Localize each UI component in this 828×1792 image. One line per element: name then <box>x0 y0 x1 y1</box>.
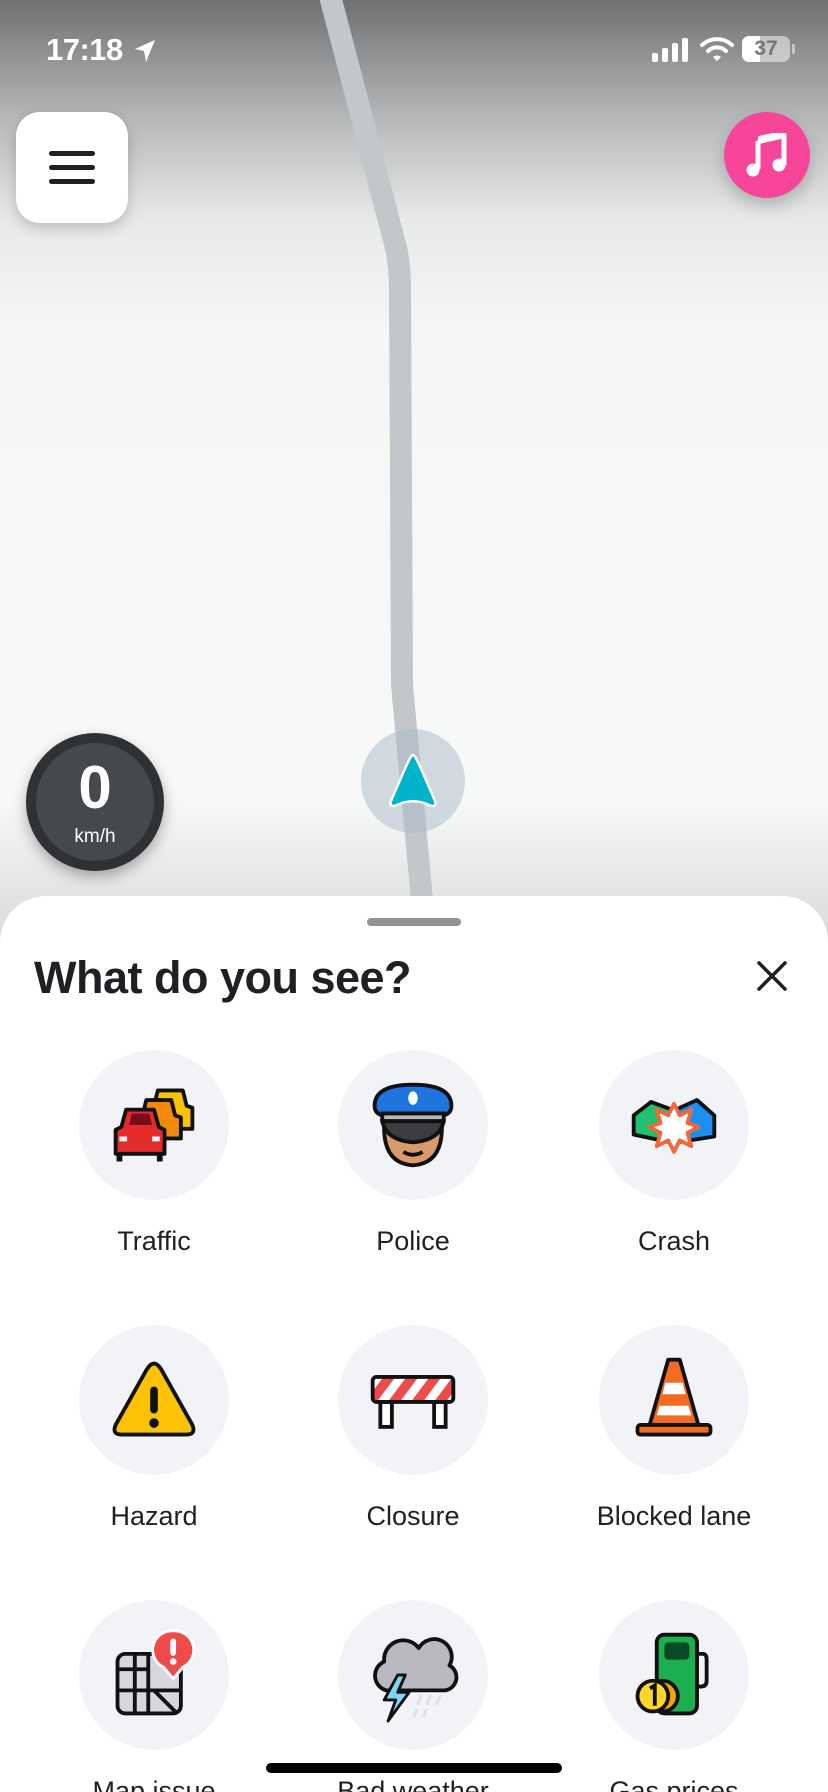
traffic-icon <box>113 1088 195 1162</box>
status-time: 17:18 <box>46 32 123 67</box>
report-label: Police <box>376 1226 450 1256</box>
sheet-drag-handle[interactable] <box>367 918 461 926</box>
wifi-icon <box>700 37 734 61</box>
gas-prices-icon <box>635 1632 709 1716</box>
report-label: Blocked lane <box>596 1501 752 1531</box>
report-label: Crash <box>637 1226 711 1256</box>
closure-icon <box>370 1375 456 1429</box>
report-label: Bad weather <box>337 1776 489 1792</box>
close-button[interactable] <box>748 952 796 1000</box>
close-icon <box>757 961 787 991</box>
navigation-arrow-icon <box>389 753 437 808</box>
signal-icon <box>652 38 688 62</box>
report-map-issue[interactable]: Map issue <box>44 1600 264 1792</box>
hamburger-icon <box>49 150 95 184</box>
speed-value: 0 <box>78 754 112 821</box>
battery-tip <box>792 44 795 54</box>
location-arrow-icon <box>135 40 155 62</box>
battery-icon: 37 <box>742 36 790 62</box>
blocked-lane-icon <box>635 1357 713 1437</box>
speedometer: 0 km/h <box>26 733 164 871</box>
current-location-marker[interactable] <box>361 729 465 833</box>
menu-button[interactable] <box>16 112 128 223</box>
status-bar: 17:18 37 <box>0 26 828 70</box>
bad-weather-icon <box>373 1637 459 1723</box>
report-label: Hazard <box>110 1501 198 1531</box>
sheet-title: What do you see? <box>34 952 412 1003</box>
crash-icon <box>631 1098 717 1154</box>
report-crash[interactable]: Crash <box>564 1050 784 1257</box>
report-label: Traffic <box>117 1226 191 1256</box>
report-label: Map issue <box>92 1776 216 1792</box>
map-issue-icon <box>115 1629 196 1716</box>
report-closure[interactable]: Closure <box>303 1325 523 1532</box>
speed-unit: km/h <box>74 826 116 847</box>
hazard-icon <box>112 1361 196 1437</box>
battery-level: 37 <box>754 37 778 60</box>
report-police[interactable]: Police <box>303 1050 523 1257</box>
report-traffic[interactable]: Traffic <box>44 1050 264 1257</box>
report-gas-prices[interactable]: Gas prices <box>564 1600 784 1792</box>
home-indicator[interactable] <box>266 1763 562 1773</box>
report-label: Gas prices <box>609 1776 739 1792</box>
report-hazard[interactable]: Hazard <box>44 1325 264 1532</box>
police-icon <box>372 1082 454 1168</box>
music-note-icon <box>746 133 787 177</box>
music-button[interactable] <box>724 112 810 198</box>
report-label: Closure <box>366 1501 460 1531</box>
report-blocked-lane[interactable]: Blocked lane <box>564 1325 784 1532</box>
